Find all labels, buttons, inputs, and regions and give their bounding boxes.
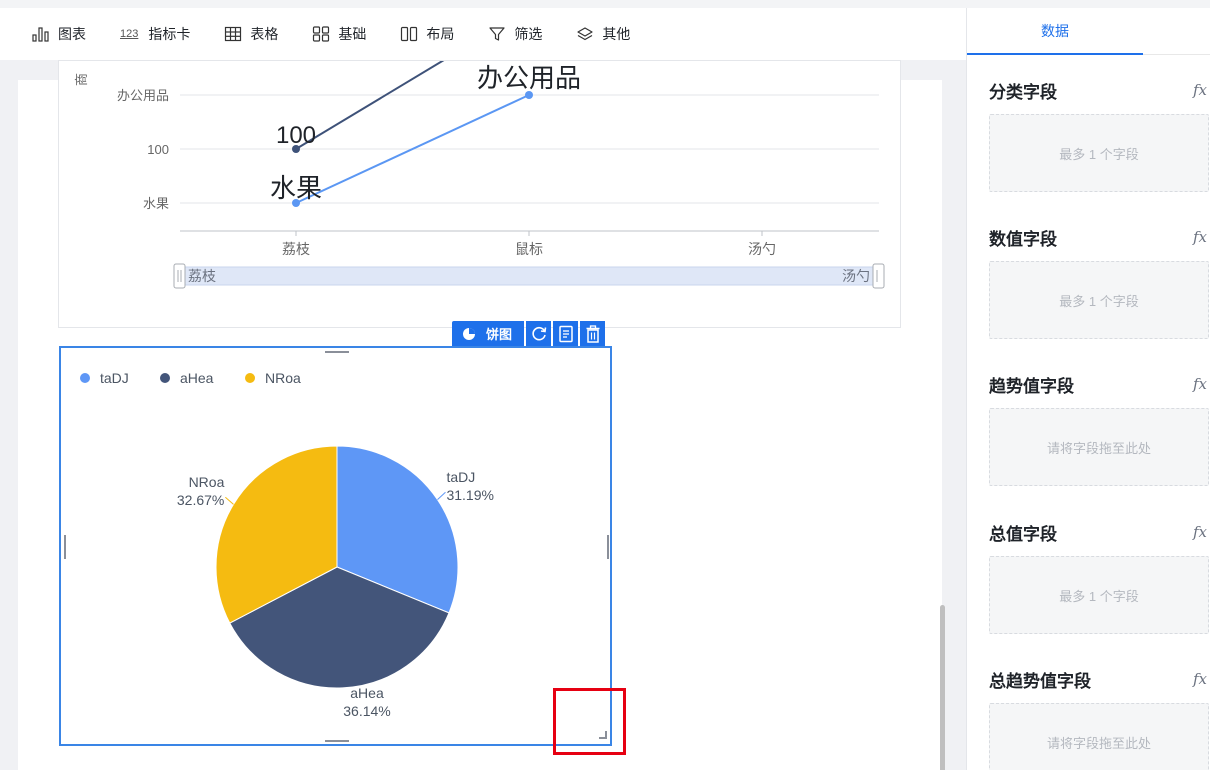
- toolbar-item-metric-card[interactable]: 123 指标卡: [120, 24, 190, 44]
- toolbar-item-filter[interactable]: 筛选: [488, 24, 542, 44]
- layout-icon: [401, 26, 418, 42]
- series-line-dark: [295, 61, 445, 150]
- field-group-title: 数值字段: [989, 229, 1057, 249]
- toolbar-item-layout[interactable]: 布局: [400, 24, 454, 44]
- formula-fx-icon[interactable]: fx: [1193, 228, 1207, 246]
- highlight-box: [553, 688, 626, 755]
- slice-name-label: taDJ: [446, 469, 475, 485]
- trash-icon: [586, 324, 600, 343]
- value-field-group: 数值字段 fx 最多 1 个字段: [989, 227, 1209, 339]
- toolbar-item-other[interactable]: 其他: [576, 24, 630, 44]
- range-slider-start-handle[interactable]: [173, 263, 186, 289]
- toolbar-item-basic[interactable]: 基础: [312, 24, 366, 44]
- slice-name-label: aHea: [350, 685, 384, 701]
- slice-percent-label: 31.19%: [446, 487, 493, 503]
- field-group-title: 总趋势值字段: [989, 671, 1091, 691]
- range-slider-end-handle[interactable]: [872, 263, 885, 289]
- legend-marker[interactable]: [245, 373, 255, 383]
- refresh-button[interactable]: [526, 321, 552, 346]
- slider-end-label: 汤勺: [842, 268, 870, 284]
- y-axis-title: 商: [74, 73, 89, 86]
- toolbar-item-chart[interactable]: 图表: [32, 24, 86, 44]
- formula-fx-icon[interactable]: fx: [1193, 670, 1207, 688]
- field-drop-zone[interactable]: 最多 1 个字段: [989, 114, 1209, 192]
- pie-chart-icon: [463, 327, 475, 340]
- toolbar-item-label: 布局: [426, 26, 455, 42]
- legend-marker[interactable]: [160, 373, 170, 383]
- x-tick-label: 汤勺: [748, 241, 776, 257]
- component-toolbar: 图表 123 指标卡 表格 基础 布局 筛选 其他: [0, 8, 966, 60]
- formula-fx-icon[interactable]: fx: [1193, 81, 1207, 99]
- toolbar-item-label: 图表: [58, 26, 86, 42]
- panel-tabs: 数据: [967, 8, 1210, 55]
- field-group-title: 分类字段: [989, 82, 1057, 102]
- toolbar-item-label: 筛选: [514, 26, 543, 42]
- data-sheet-button[interactable]: [553, 321, 579, 346]
- chart-type-switch[interactable]: 饼图: [452, 321, 525, 346]
- data-label: 水果: [270, 173, 322, 203]
- field-group-title: 总值字段: [989, 524, 1057, 544]
- chart-action-bar: 饼图: [452, 321, 606, 346]
- refresh-icon: [531, 326, 546, 340]
- toolbar-item-label: 基础: [338, 26, 367, 42]
- filter-icon: [489, 27, 505, 41]
- formula-fx-icon[interactable]: fx: [1193, 523, 1207, 541]
- category-field-group: 分类字段 fx 最多 1 个字段: [989, 80, 1209, 192]
- y-tick-label: 100: [147, 142, 169, 157]
- toolbar-item-label: 其他: [602, 26, 631, 42]
- data-config-panel: 数据 分类字段 fx 最多 1 个字段 数值字段 fx 最多 1 个字段 趋势值字段…: [966, 8, 1210, 770]
- pie-chart-card[interactable]: taDJ aHea NRoa taDJ 31.19% aHea 36.14% NRoa 32.6…: [59, 346, 612, 746]
- y-tick-label: 办公用品: [117, 88, 169, 103]
- delete-button[interactable]: [580, 321, 606, 346]
- x-tick-label: 荔枝: [282, 241, 310, 257]
- basic-components-icon: [313, 26, 330, 42]
- data-sheet-icon: [558, 325, 573, 342]
- label-leader-line: [225, 496, 234, 505]
- line-chart-card[interactable]: 商 办公用品 100 水果 荔枝 鼠标 汤勺 100 水果 办公用品 荔枝 汤勺: [58, 60, 901, 328]
- legend-label[interactable]: aHea: [180, 370, 214, 386]
- legend-label[interactable]: taDJ: [100, 370, 129, 386]
- y-tick-label: 水果: [143, 196, 169, 211]
- pie-chart: taDJ aHea NRoa taDJ 31.19% aHea 36.14% NRoa 32.6…: [80, 370, 494, 719]
- total-trend-field-group: 总趋势值字段 fx 请将字段拖至此处: [989, 669, 1209, 770]
- field-drop-zone[interactable]: 最多 1 个字段: [989, 556, 1209, 634]
- range-slider-track[interactable]: [179, 266, 880, 286]
- data-label: 100: [276, 122, 316, 149]
- x-tick-label: 鼠标: [515, 241, 543, 257]
- total-field-group: 总值字段 fx 最多 1 个字段: [989, 522, 1209, 634]
- legend-marker[interactable]: [80, 373, 90, 383]
- tab-data[interactable]: 数据: [967, 8, 1143, 55]
- bar-chart-icon: [32, 27, 49, 42]
- toolbar-item-label: 表格: [250, 26, 279, 42]
- table-icon: [225, 26, 242, 42]
- slice-percent-label: 36.14%: [343, 703, 390, 719]
- canvas-scrollbar[interactable]: [940, 605, 945, 770]
- field-drop-zone[interactable]: 请将字段拖至此处: [989, 703, 1209, 770]
- slider-start-label: 荔枝: [188, 268, 216, 284]
- toolbar-item-table[interactable]: 表格: [224, 24, 278, 44]
- field-drop-zone[interactable]: 最多 1 个字段: [989, 261, 1209, 339]
- field-drop-zone[interactable]: 请将字段拖至此处: [989, 408, 1209, 486]
- slice-percent-label: 32.67%: [177, 492, 224, 508]
- formula-fx-icon[interactable]: fx: [1193, 375, 1207, 393]
- trend-field-group: 趋势值字段 fx 请将字段拖至此处: [989, 374, 1209, 486]
- top-border: [0, 0, 1210, 8]
- chart-type-label: 饼图: [486, 327, 513, 342]
- line-chart: 商 办公用品 100 水果 荔枝 鼠标 汤勺 100 水果 办公用品 荔枝 汤勺: [74, 61, 885, 289]
- layers-icon: [577, 27, 593, 41]
- number-card-icon: 123: [120, 28, 139, 40]
- legend-label[interactable]: NRoa: [265, 370, 301, 386]
- label-leader-line: [437, 491, 446, 500]
- field-group-title: 趋势值字段: [989, 376, 1074, 396]
- slice-name-label: NRoa: [189, 474, 225, 490]
- toolbar-item-label: 指标卡: [148, 26, 191, 42]
- data-label: 办公用品: [477, 63, 581, 93]
